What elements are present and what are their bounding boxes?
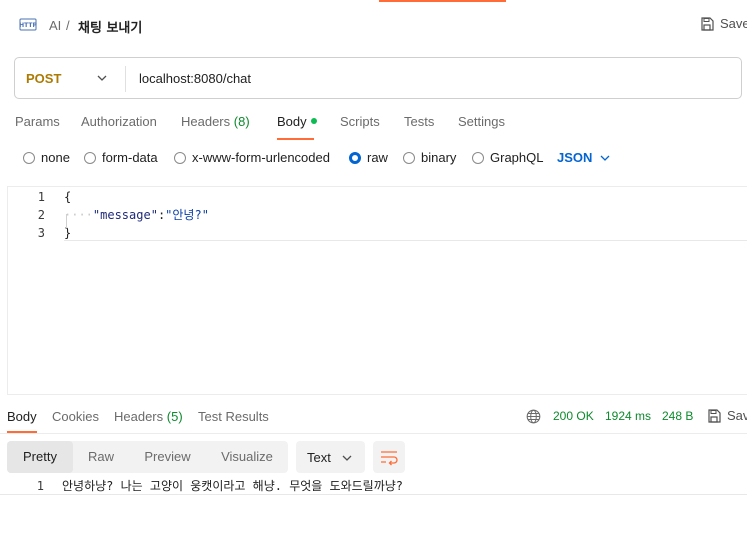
method-select[interactable]: POST bbox=[26, 71, 61, 86]
indent-guide bbox=[66, 214, 67, 228]
url-divider bbox=[125, 66, 126, 92]
save-button[interactable]: Save bbox=[700, 16, 747, 31]
save-label: Save bbox=[720, 16, 747, 31]
json-key: "message" bbox=[92, 208, 158, 222]
radio-urlencoded-circle[interactable] bbox=[174, 151, 186, 164]
tab-headers[interactable]: Headers (8) bbox=[181, 114, 250, 129]
radio-raw[interactable]: raw bbox=[349, 150, 388, 165]
response-body-text: 안녕하냥? 나는 고양이 웅캣이라고 해냥. 무엇을 도와드릴까냥? bbox=[62, 479, 404, 493]
radio-form-data-label: form-data bbox=[102, 150, 158, 165]
url-bar: POST localhost:8080/chat bbox=[14, 57, 742, 99]
radio-binary-label: binary bbox=[421, 150, 457, 165]
tab-settings[interactable]: Settings bbox=[458, 114, 505, 129]
chevron-down-icon bbox=[342, 455, 352, 461]
radio-graphql[interactable]: GraphQL bbox=[472, 150, 543, 165]
tab-response-headers[interactable]: Headers (5) bbox=[114, 409, 183, 424]
radio-none-circle[interactable] bbox=[23, 151, 35, 164]
tab-response-headers-label: Headers bbox=[114, 409, 164, 424]
line-code: { bbox=[64, 190, 72, 204]
tab-scripts[interactable]: Scripts bbox=[340, 114, 380, 129]
save-response-label: Save bbox=[727, 408, 747, 423]
line-number: 1 bbox=[36, 479, 44, 493]
tab-body-label: Body bbox=[277, 114, 307, 129]
line-number: 3 bbox=[37, 226, 45, 240]
save-response-button[interactable]: Save bbox=[707, 408, 747, 423]
radio-graphql-circle[interactable] bbox=[472, 151, 484, 164]
response-view-modes: Pretty Raw Preview Visualize bbox=[7, 441, 288, 473]
url-input[interactable]: localhost:8080/chat bbox=[139, 71, 251, 86]
editor-line: 1 { bbox=[8, 188, 747, 206]
chevron-down-icon bbox=[600, 155, 610, 161]
request-header: HTTP AI / 채팅 보내기 Save bbox=[0, 0, 747, 50]
headers-count: (8) bbox=[233, 114, 250, 129]
request-body-editor[interactable]: 1 { 2 ····"message":"안녕?" 3 } bbox=[7, 186, 747, 395]
request-title[interactable]: 채팅 보내기 bbox=[78, 17, 142, 36]
editor-line: 2 ····"message":"안녕?" bbox=[8, 206, 747, 224]
mode-visualize[interactable]: Visualize bbox=[206, 441, 288, 473]
line-number: 1 bbox=[37, 190, 45, 204]
tab-tests[interactable]: Tests bbox=[404, 114, 434, 129]
response-size[interactable]: 248 B bbox=[662, 409, 693, 423]
radio-none-label: none bbox=[41, 150, 70, 165]
radio-form-data-circle[interactable] bbox=[84, 151, 96, 164]
response-body-line: 1 안녕하냥? 나는 고양이 웅캣이라고 해냥. 무엇을 도와드릴까냥? bbox=[0, 477, 747, 495]
radio-urlencoded[interactable]: x-www-form-urlencoded bbox=[174, 150, 330, 165]
line-number: 2 bbox=[37, 208, 45, 222]
globe-icon[interactable] bbox=[526, 409, 541, 424]
response-format-select[interactable]: Text bbox=[296, 441, 365, 473]
indent-whitespace: ···· bbox=[64, 208, 93, 222]
radio-none[interactable]: none bbox=[23, 150, 70, 165]
breadcrumb-separator: / bbox=[66, 18, 70, 33]
status-code[interactable]: 200 OK bbox=[553, 409, 594, 423]
http-icon: HTTP bbox=[19, 18, 37, 31]
svg-text:HTTP: HTTP bbox=[19, 22, 37, 29]
response-time[interactable]: 1924 ms bbox=[605, 409, 651, 423]
tab-authorization[interactable]: Authorization bbox=[81, 114, 157, 129]
tab-test-results[interactable]: Test Results bbox=[198, 409, 269, 424]
raw-format-label: JSON bbox=[557, 150, 593, 165]
response-divider bbox=[0, 433, 747, 434]
editor-line-divider bbox=[64, 240, 747, 241]
save-icon bbox=[701, 16, 714, 31]
response-format-label: Text bbox=[307, 450, 331, 465]
tab-body[interactable]: Body bbox=[277, 114, 317, 129]
radio-binary-circle[interactable] bbox=[403, 151, 415, 164]
tab-body-underline bbox=[277, 138, 314, 140]
radio-raw-label: raw bbox=[367, 150, 388, 165]
mode-raw[interactable]: Raw bbox=[73, 441, 129, 473]
tab-headers-label: Headers bbox=[181, 114, 231, 129]
wrap-lines-icon bbox=[381, 451, 398, 466]
raw-format-select[interactable]: JSON bbox=[557, 150, 610, 165]
tab-response-body[interactable]: Body bbox=[7, 409, 37, 424]
tab-params[interactable]: Params bbox=[15, 114, 60, 129]
radio-raw-circle[interactable] bbox=[349, 151, 361, 164]
body-indicator-dot bbox=[310, 118, 317, 124]
wrap-lines-button[interactable] bbox=[373, 441, 405, 473]
radio-form-data[interactable]: form-data bbox=[84, 150, 158, 165]
response-headers-count: (5) bbox=[166, 409, 183, 424]
save-icon bbox=[708, 408, 721, 423]
mode-pretty[interactable]: Pretty bbox=[7, 441, 73, 473]
radio-binary[interactable]: binary bbox=[403, 150, 456, 165]
mode-preview[interactable]: Preview bbox=[129, 441, 206, 473]
line-code: ····"message":"안녕?" bbox=[64, 206, 209, 224]
radio-urlencoded-label: x-www-form-urlencoded bbox=[192, 150, 330, 165]
radio-graphql-label: GraphQL bbox=[490, 150, 544, 165]
breadcrumb-collection[interactable]: AI bbox=[49, 18, 61, 33]
chevron-down-icon[interactable] bbox=[97, 73, 107, 83]
json-value: "안녕?" bbox=[165, 208, 209, 222]
tab-cookies[interactable]: Cookies bbox=[52, 409, 99, 424]
